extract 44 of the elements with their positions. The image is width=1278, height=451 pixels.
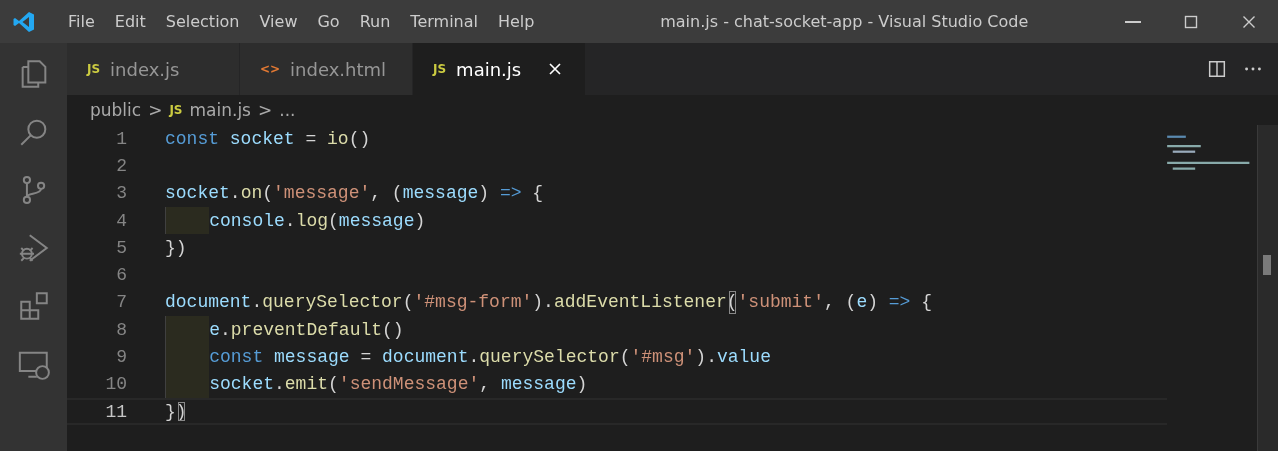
breadcrumb-separator: > — [148, 100, 163, 120]
menu-item[interactable]: Go — [307, 8, 350, 35]
editor-tab[interactable]: JS index.js — [67, 43, 240, 95]
menu-item[interactable]: Terminal — [400, 8, 488, 35]
line-number: 10 — [104, 374, 127, 395]
code-line: socket.on('message', (message) => { — [165, 182, 544, 206]
breadcrumb-separator: > — [258, 100, 273, 120]
editor-tab[interactable]: JS main.js — [413, 43, 586, 95]
breadcrumb-item[interactable]: main.js — [189, 100, 251, 120]
line-number: 11 — [104, 401, 127, 422]
editor-tab[interactable]: <> index.html — [240, 43, 413, 95]
line-number: 5 — [115, 237, 127, 258]
line-number: 9 — [115, 347, 127, 367]
line-number: 1 — [115, 128, 127, 149]
minimize-icon — [1125, 20, 1141, 23]
code-line: console.log(message) — [165, 206, 426, 235]
breadcrumb-item[interactable]: ... — [279, 100, 296, 120]
menu-item[interactable]: View — [249, 8, 308, 35]
menu-item[interactable]: Help — [487, 8, 545, 35]
menu-item[interactable]: File — [58, 8, 105, 35]
scrollbar[interactable] — [1257, 125, 1278, 451]
line-number: 7 — [115, 292, 127, 313]
code-line: }) — [165, 236, 187, 260]
code-line: e.preventDefault() — [165, 316, 404, 344]
html-file-icon: <> — [260, 62, 281, 76]
line-number: 4 — [115, 210, 127, 231]
breadcrumb-item[interactable]: public — [90, 100, 142, 120]
menu-item[interactable]: Selection — [155, 8, 250, 35]
line-number: 3 — [115, 183, 127, 204]
line-number: 6 — [115, 265, 127, 286]
window-title: main.js - chat-socket-app - Visual Studio Code — [659, 12, 1030, 31]
code-line: document.querySelector('#msg-form').addEventListener('submit', (e) => { — [165, 288, 933, 317]
app-logo-icon — [12, 9, 36, 34]
js-file-icon: JS — [87, 62, 101, 76]
code-line: const message = document.querySelector('#msg').value — [165, 343, 771, 371]
js-file-icon: JS — [433, 62, 447, 76]
code-line: socket.emit('sendMessage', message) — [165, 370, 588, 398]
code-line: const socket = io() — [165, 127, 371, 151]
js-file-icon: JS — [169, 103, 183, 117]
menu-item[interactable]: Edit — [104, 8, 156, 35]
line-number: 2 — [115, 155, 127, 176]
split-editor-icon[interactable] — [1206, 58, 1228, 80]
menu-item[interactable]: Run — [349, 8, 401, 35]
line-number: 8 — [115, 319, 127, 340]
